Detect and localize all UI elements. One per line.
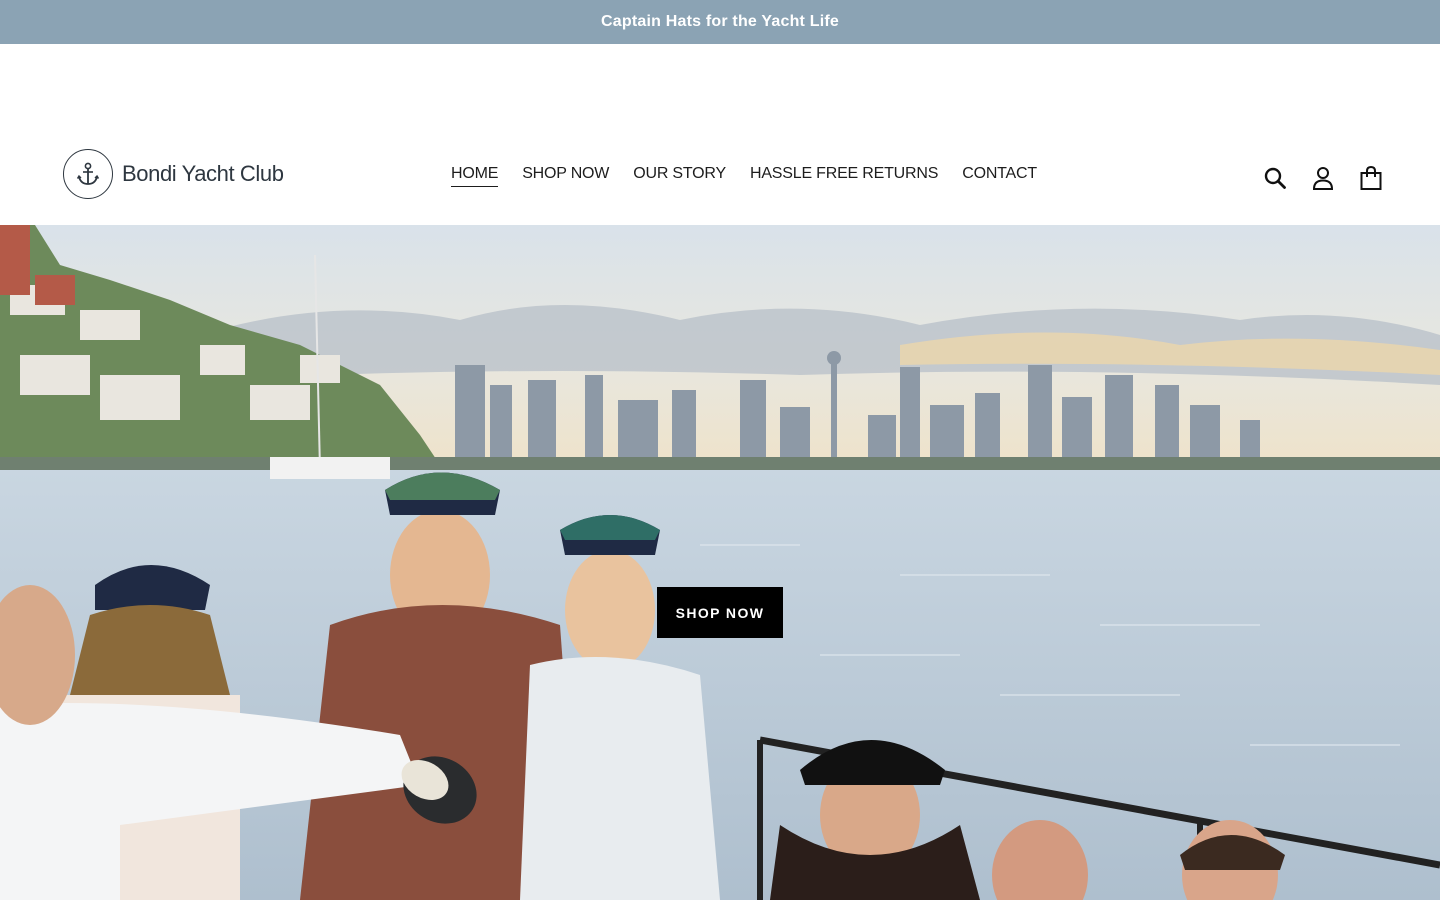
announcement-bar: Captain Hats for the Yacht Life	[0, 0, 1440, 44]
anchor-icon	[63, 149, 113, 199]
search-icon[interactable]	[1262, 161, 1288, 195]
nav-shop-now[interactable]: SHOP NOW	[522, 165, 609, 187]
site-header: Bondi Yacht Club HOME SHOP NOW OUR STORY…	[0, 44, 1440, 225]
hero-shop-now-button[interactable]: SHOP NOW	[657, 587, 783, 638]
hero-image	[0, 225, 1440, 900]
header-icons	[1262, 161, 1384, 195]
hero-banner: SHOP NOW	[0, 225, 1440, 900]
nav-home[interactable]: HOME	[451, 165, 498, 187]
brand-logo[interactable]: Bondi Yacht Club	[63, 149, 284, 199]
announcement-link[interactable]: Captain Hats for the Yacht Life	[601, 13, 839, 31]
nav-contact[interactable]: CONTACT	[962, 165, 1037, 187]
brand-name: Bondi Yacht Club	[122, 161, 284, 186]
account-icon[interactable]	[1310, 161, 1336, 195]
nav-our-story[interactable]: OUR STORY	[633, 165, 726, 187]
main-nav: HOME SHOP NOW OUR STORY HASSLE FREE RETU…	[451, 165, 1037, 187]
nav-hassle-free-returns[interactable]: HASSLE FREE RETURNS	[750, 165, 938, 187]
cart-icon[interactable]	[1358, 161, 1384, 195]
